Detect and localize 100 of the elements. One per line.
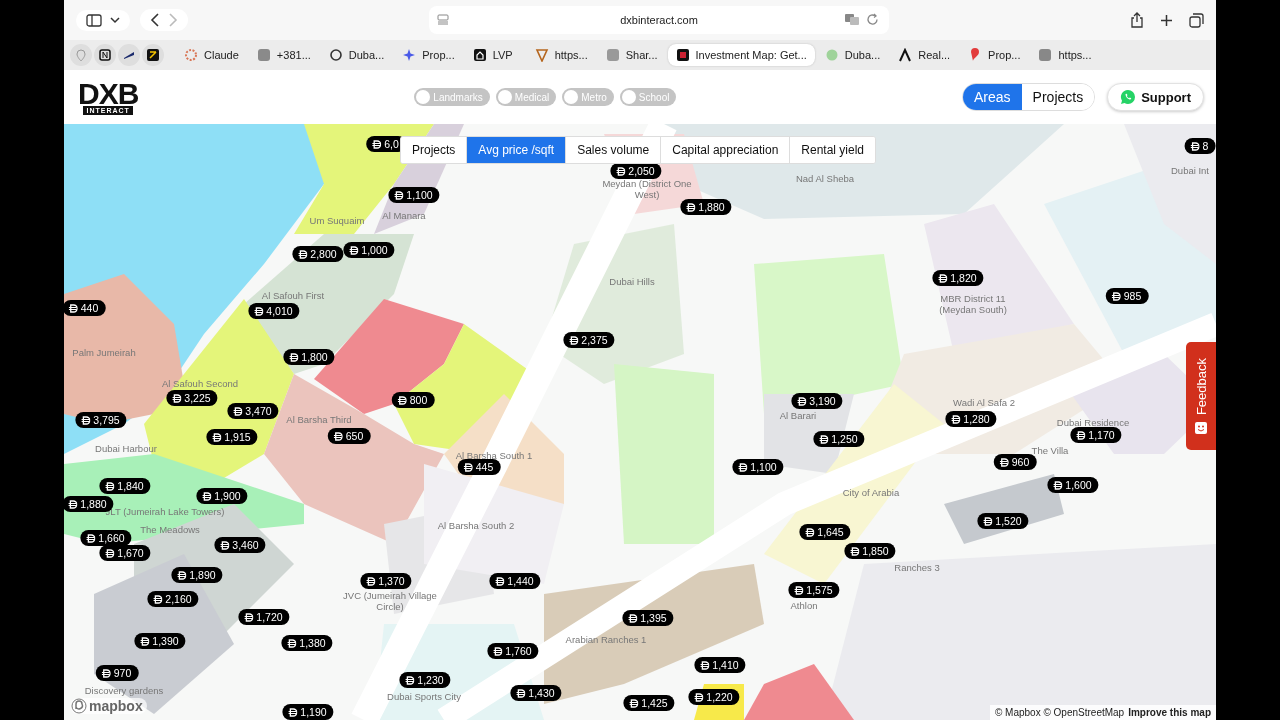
price-marker[interactable]: 1,380 [281,635,333,651]
price-marker[interactable]: 440 [64,300,106,316]
price-marker[interactable]: 1,820 [932,270,984,286]
favicon-icon [534,48,549,62]
price-marker[interactable]: 4,010 [248,303,300,319]
mapbox-wordmark: mapbox [89,698,143,714]
new-tab-icon[interactable] [1160,13,1173,27]
price-marker[interactable]: 2,160 [147,591,199,607]
metric-tab[interactable]: Rental yield [789,137,875,163]
currency-icon [850,546,860,556]
currency-icon [686,202,696,212]
price-marker[interactable]: 445 [457,459,501,475]
price-marker[interactable]: 1,170 [1070,427,1122,443]
view-toggle-button[interactable]: Areas [963,84,1022,110]
price-marker[interactable]: 1,425 [623,695,675,711]
price-marker[interactable]: 1,100 [732,459,784,475]
translate-icon[interactable] [844,13,860,26]
price-marker[interactable]: 3,795 [75,412,127,428]
price-marker[interactable]: 1,900 [196,488,248,504]
price-marker[interactable]: 1,430 [510,685,562,701]
currency-icon [105,481,115,491]
price-marker[interactable]: 1,230 [399,672,451,688]
price-marker[interactable]: 3,460 [214,537,266,553]
price-marker[interactable]: 1,600 [1047,477,1099,493]
feedback-tab[interactable]: Feedback [1186,342,1216,450]
price-marker[interactable]: 3,190 [791,393,843,409]
currency-icon [951,414,961,424]
currency-icon [366,576,376,586]
currency-icon [1190,141,1200,151]
price-marker[interactable]: 1,370 [360,573,412,589]
price-marker[interactable]: 1,840 [99,478,151,494]
address-bar[interactable]: dxbinteract.com [429,6,889,34]
map-drawing[interactable] [64,124,1216,720]
price-marker[interactable]: 1,850 [844,543,896,559]
price-marker[interactable]: 1,410 [694,657,746,673]
price-marker[interactable]: 800 [391,392,435,408]
browser-tab[interactable]: Investment Map: Get... [667,44,815,66]
area-label: Arabian Ranches 1 [565,634,647,646]
browser-tab[interactable]: Prop... [960,44,1029,66]
price-marker[interactable]: 1,645 [799,524,851,540]
browser-tab[interactable]: Shar... [597,44,666,66]
price-marker[interactable]: 985 [1105,288,1149,304]
price-marker[interactable]: 3,225 [166,390,218,406]
browser-tab[interactable]: Claude [176,44,247,66]
price-marker[interactable]: 1,520 [977,513,1029,529]
currency-icon [569,335,579,345]
favicon-icon [184,48,198,62]
price-marker[interactable]: 1,720 [238,609,290,625]
price-marker[interactable]: 650 [327,428,371,444]
price-marker[interactable]: 1,190 [282,704,334,720]
price-marker[interactable]: 1,915 [206,429,258,445]
currency-icon [794,585,804,595]
price-marker[interactable]: 3,470 [227,403,279,419]
price-marker[interactable]: 2,800 [292,246,344,262]
currency-icon [254,306,264,316]
currency-icon [938,273,948,283]
price-marker[interactable]: 960 [993,454,1037,470]
price-marker[interactable]: 1,880 [680,199,732,215]
currency-icon [495,576,505,586]
price-marker[interactable]: 1,100 [388,187,440,203]
browser-tab[interactable]: https... [1030,44,1100,66]
price-marker[interactable]: 8 [1184,138,1216,154]
price-marker[interactable]: 1,890 [171,567,223,583]
price-marker[interactable]: 1,760 [487,643,539,659]
browser-tab[interactable]: Duba... [816,44,889,66]
price-marker[interactable]: 2,375 [563,332,615,348]
chevron-down-icon[interactable] [110,16,120,24]
browser-tab[interactable]: Duba... [320,44,393,66]
area-label: The Villa [1031,445,1069,457]
currency-icon [333,431,343,441]
reload-icon[interactable] [866,13,879,26]
sidebar-icon[interactable] [86,13,102,27]
price-marker[interactable]: 1,575 [788,582,840,598]
share-icon[interactable] [1130,12,1144,28]
browser-tab[interactable]: +381... [248,44,319,66]
price-marker[interactable]: 1,440 [489,573,541,589]
price-marker[interactable]: 1,280 [945,411,997,427]
price-marker[interactable]: 1,250 [813,431,865,447]
price-marker[interactable]: 1,395 [622,610,674,626]
price-marker[interactable]: 1,390 [134,633,186,649]
browser-tab[interactable]: LVP [464,44,525,66]
browser-tab[interactable]: https... [526,44,596,66]
browser-tab[interactable]: Prop... [394,44,463,66]
metric-tab[interactable]: Avg price /sqft [466,137,566,163]
currency-icon [1053,480,1063,490]
currency-icon [140,636,150,646]
browser-tab[interactable]: Real... [890,44,959,66]
support-button[interactable]: Support [1107,83,1204,111]
map-attribution: © Mapbox © OpenStreetMap [994,707,1125,718]
back-icon[interactable] [150,13,160,27]
currency-icon [628,613,638,623]
price-marker[interactable]: 970 [95,665,139,681]
tabs-overview-icon[interactable] [1189,12,1204,28]
price-marker[interactable]: 1,660 [80,530,132,546]
price-marker[interactable]: 1,670 [99,545,151,561]
improve-map-link[interactable]: Improve this map [1128,707,1211,718]
price-marker[interactable]: 1,000 [343,242,395,258]
area-label: Palm Jumeirah [72,347,136,359]
price-marker[interactable]: 1,220 [688,689,740,705]
price-marker[interactable]: 1,800 [283,349,335,365]
